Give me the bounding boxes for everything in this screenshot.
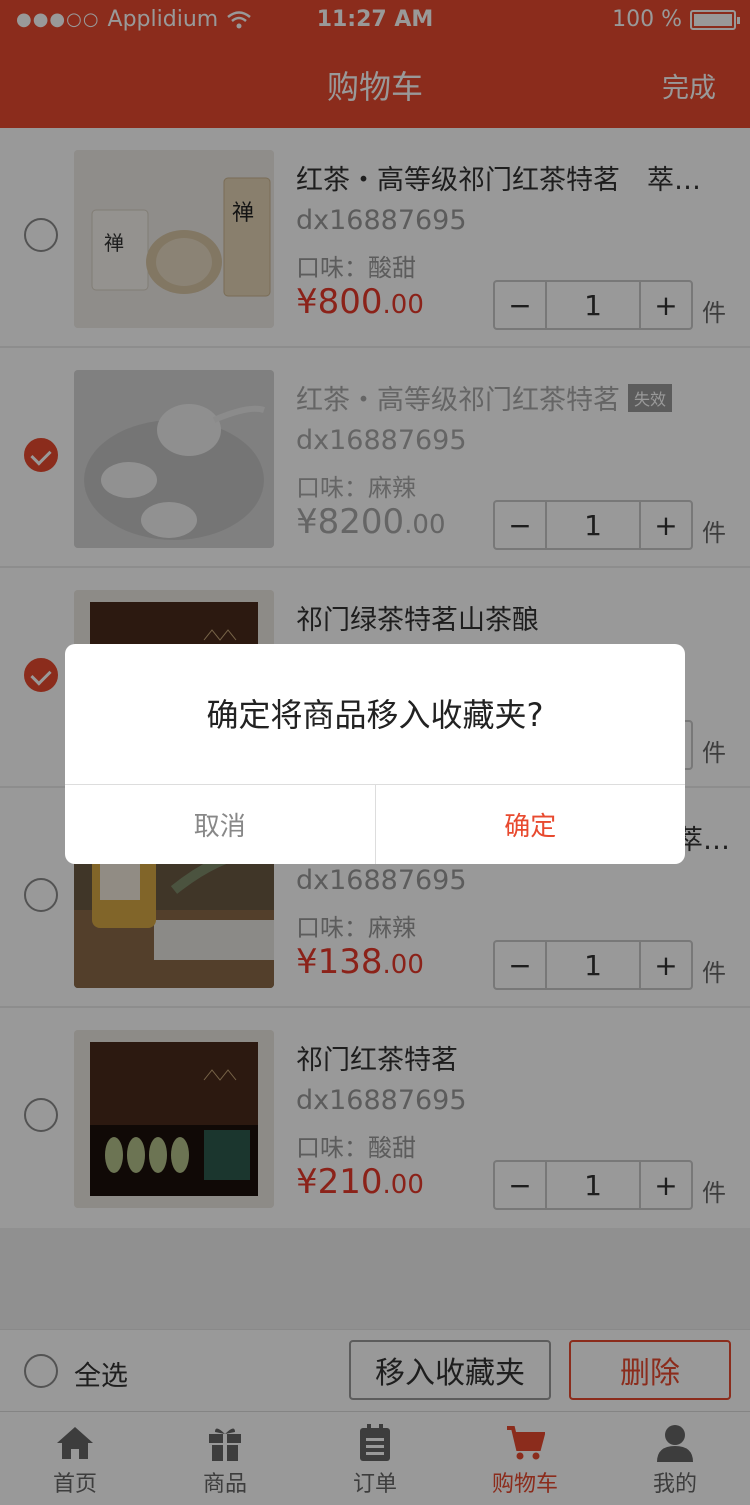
dialog-cancel-button[interactable]: 取消 <box>65 785 376 864</box>
dialog-message: 确定将商品移入收藏夹? <box>206 696 544 734</box>
confirm-dialog: 确定将商品移入收藏夹? 取消 确定 <box>65 644 685 864</box>
dialog-confirm-button[interactable]: 确定 <box>376 785 686 864</box>
